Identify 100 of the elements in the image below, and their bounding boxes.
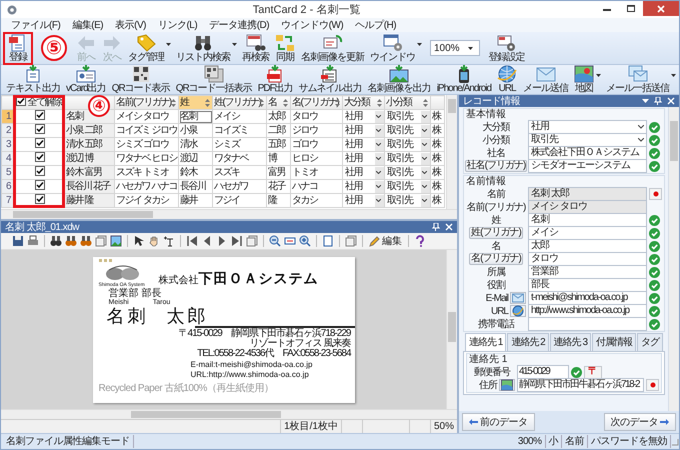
text-tool-button[interactable] — [162, 234, 176, 248]
label-button[interactable]: 姓(フリガナ) — [469, 227, 523, 239]
menu-item[interactable]: データ連携(D) — [205, 18, 274, 32]
image-button[interactable] — [109, 234, 123, 248]
menu-item[interactable]: ヘルプ(H) — [351, 18, 400, 32]
scrollbar[interactable] — [1, 209, 457, 219]
dropdown-button[interactable] — [421, 194, 430, 206]
zoom-dropdown[interactable]: 100% — [430, 40, 480, 56]
menu-item[interactable]: ファイル(F) — [7, 18, 64, 32]
pages-button[interactable] — [94, 234, 108, 248]
dropdown-button[interactable] — [421, 138, 430, 150]
chevron-icon — [422, 199, 426, 202]
text-field[interactable]: http://www.shimoda-oa.co.jp — [528, 304, 647, 318]
scroll-thumb[interactable] — [131, 411, 281, 418]
toolbar-button[interactable]: リスト内検索 — [173, 32, 239, 64]
toolbar-button[interactable]: 地図 — [571, 63, 604, 96]
dot-button[interactable] — [649, 188, 662, 200]
dropdown-button[interactable] — [421, 180, 430, 192]
dropdown-button[interactable] — [375, 152, 384, 164]
dropdown-button[interactable] — [375, 180, 384, 192]
postal-code-button[interactable]: 〒 — [584, 366, 602, 378]
mail-button[interactable] — [510, 292, 526, 304]
column-header[interactable]: 名 — [266, 96, 290, 110]
scroll-thumb[interactable] — [448, 99, 456, 113]
previous-button[interactable]: 前のデータ — [462, 413, 534, 431]
toolbar-button[interactable]: タグ管理 — [125, 32, 173, 64]
menu-item[interactable]: ウインドウ(W) — [277, 18, 348, 32]
scroll-thumb[interactable] — [670, 121, 678, 161]
scrollbar[interactable] — [446, 250, 457, 409]
scrollbar[interactable] — [1, 409, 457, 419]
pages-button[interactable] — [245, 234, 259, 248]
arrow-left-icon — [469, 419, 478, 425]
dropdown-field[interactable]: 社用 — [528, 120, 647, 134]
text-field[interactable]: タロウ — [528, 252, 647, 266]
dropdown-button[interactable] — [375, 110, 384, 122]
text-field[interactable]: 415-0029 — [517, 365, 569, 379]
text-field[interactable]: 名刺 — [528, 213, 647, 227]
text-field[interactable]: シモダオーエーシステム — [528, 159, 647, 173]
dropdown-button[interactable] — [375, 194, 384, 206]
save-button[interactable] — [11, 234, 25, 248]
label-button[interactable]: 社名(フリガナ) — [464, 160, 528, 172]
menu-item[interactable]: 表示(V) — [111, 18, 150, 32]
dropdown-button[interactable] — [421, 110, 430, 122]
toolbar-button[interactable]: 再検索 — [239, 32, 272, 64]
menu-item[interactable]: リンク(L) — [154, 18, 202, 32]
dropdown-field[interactable]: 取引先 — [528, 133, 647, 147]
text-field[interactable]: メイシ タロウ — [528, 200, 647, 214]
menu-item[interactable]: 編集(E) — [68, 18, 108, 32]
column-header[interactable]: 名前(フリガナ) — [114, 96, 178, 110]
text-field[interactable]: メイシ — [528, 226, 647, 240]
help-button[interactable] — [413, 234, 427, 248]
toolbar-button[interactable]: ウインドウ — [367, 32, 424, 64]
text-field[interactable]: 株式会社下田ＯＡシステム — [528, 146, 647, 160]
dropdown-button[interactable] — [421, 166, 430, 178]
column-header[interactable]: 小分類 — [384, 96, 430, 110]
tab[interactable]: 連絡先 1 — [465, 333, 506, 351]
column-header[interactable]: 大分類 — [342, 96, 384, 110]
zoom-out-button[interactable] — [268, 234, 282, 248]
browser-button[interactable] — [510, 305, 526, 317]
edit-button[interactable]: 編集 — [367, 234, 404, 248]
tab[interactable]: 連絡先 3 — [550, 333, 592, 351]
dropdown-button[interactable] — [375, 166, 384, 178]
first-page-button[interactable] — [185, 234, 199, 248]
binoculars-button[interactable] — [49, 234, 63, 248]
toolbar-button[interactable]: テキスト出力 — [3, 63, 63, 96]
dropdown-button[interactable] — [375, 124, 384, 136]
pointer-button[interactable] — [132, 234, 146, 248]
window-gear-icon — [382, 34, 402, 52]
dot-button[interactable] — [646, 379, 659, 391]
text-field[interactable] — [528, 317, 647, 331]
dropdown-button[interactable] — [421, 152, 430, 164]
toolbar-button[interactable]: 名刺画像を更新 — [298, 32, 367, 64]
toolbar-button[interactable]: URL — [494, 63, 520, 96]
toolbar-button[interactable]: 登録 — [3, 32, 33, 64]
page-button[interactable] — [321, 234, 335, 248]
text-field[interactable]: t-meishi@shimoda-oa.co.jp — [528, 291, 647, 305]
toolbar-button[interactable]: 登録設定 — [486, 32, 528, 64]
pages-button[interactable] — [344, 234, 358, 248]
zoom-in-button[interactable] — [298, 234, 312, 248]
column-header[interactable]: 姓 — [178, 96, 212, 110]
tab[interactable]: タグ — [637, 333, 664, 351]
toolbar-button[interactable]: 同期 — [272, 32, 298, 64]
binoculars-button[interactable] — [79, 234, 93, 248]
scroll-thumb[interactable] — [13, 211, 153, 218]
tab[interactable]: 連絡先 2 — [507, 333, 549, 351]
next-button[interactable]: 次のデータ — [604, 413, 676, 431]
toolbar-button[interactable]: メール送信 — [520, 63, 572, 96]
last-page-button[interactable] — [230, 234, 244, 248]
map-button[interactable] — [499, 379, 515, 391]
scrollbar[interactable] — [668, 107, 679, 411]
tab[interactable]: 付属情報 — [592, 333, 636, 351]
scrollbar[interactable] — [446, 95, 457, 209]
binoculars-icon — [80, 235, 92, 247]
dropdown-button[interactable] — [375, 138, 384, 150]
scroll-thumb[interactable] — [448, 312, 456, 342]
label-button[interactable]: 名(フリガナ) — [469, 253, 523, 265]
close-button[interactable] — [643, 1, 679, 16]
dropdown-button[interactable] — [421, 124, 430, 136]
binoculars-button[interactable] — [64, 234, 78, 248]
printer-button[interactable] — [26, 234, 40, 248]
